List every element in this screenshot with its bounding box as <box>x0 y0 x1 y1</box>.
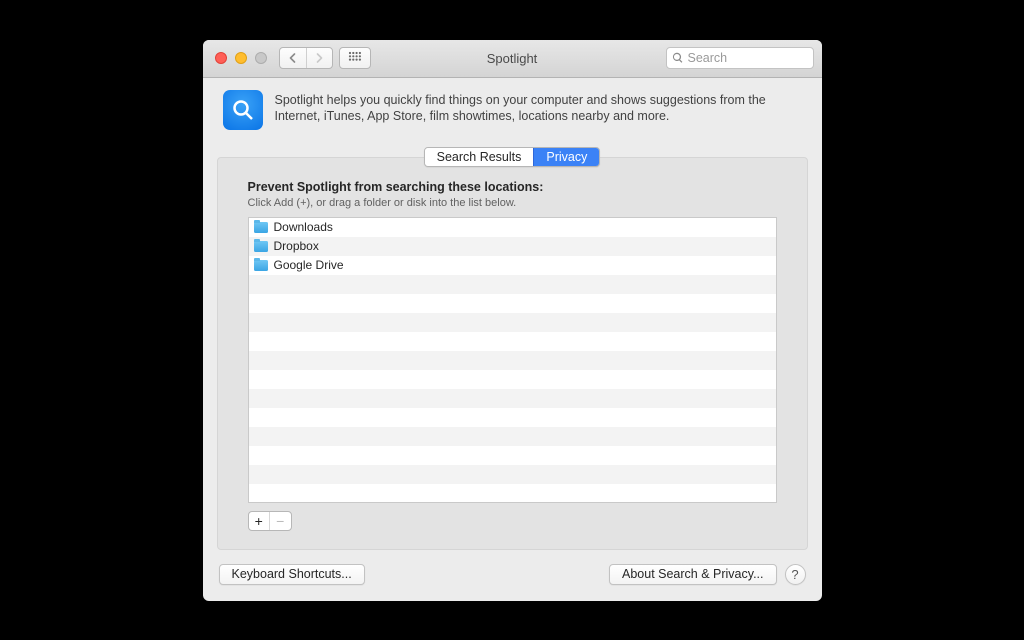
list-item[interactable] <box>249 332 776 351</box>
search-input[interactable]: Search <box>666 47 814 69</box>
list-item[interactable] <box>249 465 776 484</box>
tab-search-results[interactable]: Search Results <box>425 148 534 166</box>
panel-hint: Click Add (+), or drag a folder or disk … <box>248 197 777 209</box>
list-item[interactable]: Dropbox <box>249 237 776 256</box>
close-icon[interactable] <box>215 52 227 64</box>
list-item[interactable] <box>249 427 776 446</box>
locations-list[interactable]: Downloads Dropbox Google Drive <box>248 217 777 503</box>
add-button[interactable]: + <box>249 512 270 530</box>
remove-button[interactable]: − <box>269 512 291 530</box>
tab-privacy[interactable]: Privacy <box>533 148 599 166</box>
about-search-privacy-button[interactable]: About Search & Privacy... <box>609 564 777 585</box>
forward-button[interactable] <box>306 48 332 68</box>
header-description: Spotlight helps you quickly find things … <box>275 90 802 130</box>
spotlight-app-icon <box>223 90 263 130</box>
back-button[interactable] <box>280 48 306 68</box>
list-item[interactable] <box>249 446 776 465</box>
zoom-icon <box>255 52 267 64</box>
toolbar-nav <box>279 47 371 69</box>
add-remove-buttons: + − <box>248 511 292 531</box>
location-name: Google Drive <box>274 258 344 272</box>
list-item[interactable] <box>249 408 776 427</box>
grid-icon <box>340 48 370 68</box>
folder-icon <box>254 241 268 252</box>
list-item[interactable] <box>249 313 776 332</box>
location-name: Downloads <box>274 220 333 234</box>
titlebar: Spotlight Search <box>203 40 822 78</box>
preferences-window: Spotlight Search Spotlight helps you qui… <box>203 40 822 601</box>
list-item[interactable]: Downloads <box>249 218 776 237</box>
window-controls <box>211 52 271 64</box>
search-placeholder: Search <box>688 51 728 65</box>
list-item[interactable] <box>249 370 776 389</box>
show-all-button[interactable] <box>339 47 371 69</box>
help-button[interactable]: ? <box>785 564 806 585</box>
list-item[interactable] <box>249 389 776 408</box>
location-name: Dropbox <box>274 239 319 253</box>
folder-icon <box>254 260 268 271</box>
tabs: Search Results Privacy <box>203 147 822 167</box>
minimize-icon[interactable] <box>235 52 247 64</box>
privacy-panel: Prevent Spotlight from searching these l… <box>217 157 808 550</box>
keyboard-shortcuts-button[interactable]: Keyboard Shortcuts... <box>219 564 365 585</box>
list-item[interactable] <box>249 351 776 370</box>
search-icon <box>672 52 684 64</box>
footer: Keyboard Shortcuts... About Search & Pri… <box>203 564 822 601</box>
list-item[interactable] <box>249 275 776 294</box>
header: Spotlight helps you quickly find things … <box>203 78 822 140</box>
back-forward-buttons[interactable] <box>279 47 333 69</box>
panel-heading: Prevent Spotlight from searching these l… <box>248 180 777 194</box>
list-item[interactable]: Google Drive <box>249 256 776 275</box>
folder-icon <box>254 222 268 233</box>
list-item[interactable] <box>249 294 776 313</box>
